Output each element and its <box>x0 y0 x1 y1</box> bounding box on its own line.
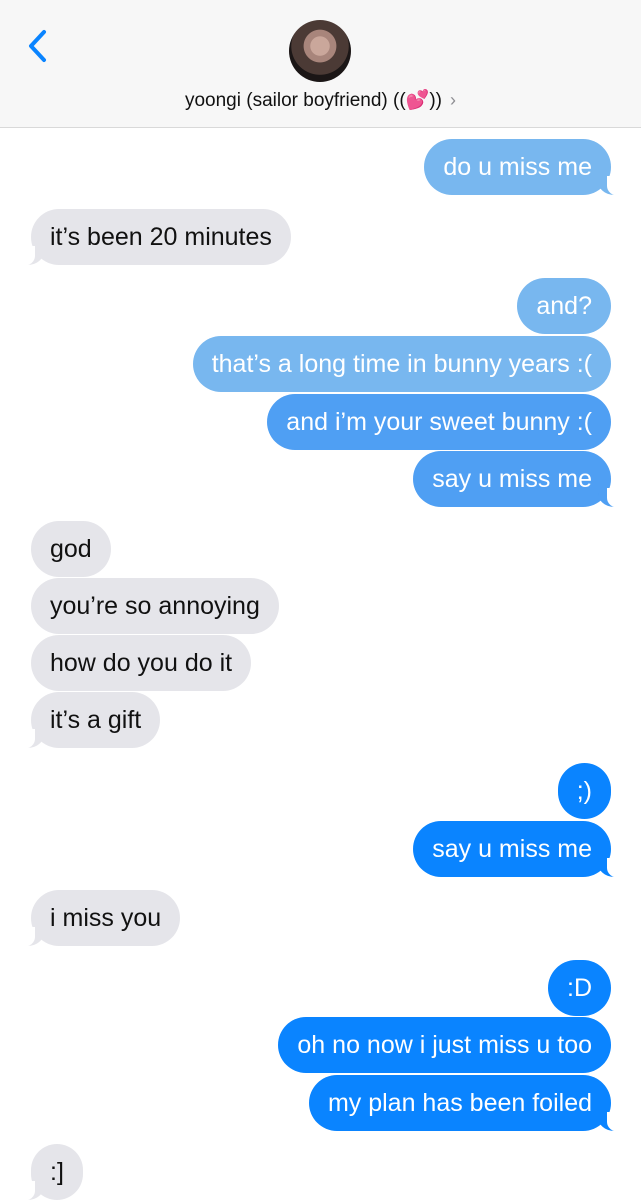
message-bubble-outgoing[interactable]: that’s a long time in bunny years :( <box>192 336 611 392</box>
chevron-right-icon[interactable]: › <box>450 90 456 110</box>
message-bubble-incoming[interactable]: :] <box>15 1144 83 1201</box>
message-bubble-outgoing[interactable]: say u miss me <box>413 451 627 508</box>
message-bubble-outgoing[interactable]: say u miss me <box>413 821 627 878</box>
message-bubble-incoming[interactable]: god <box>31 521 111 577</box>
message-bubble-outgoing[interactable]: do u miss me <box>424 139 627 196</box>
message-bubble-incoming[interactable]: how do you do it <box>31 635 252 691</box>
avatar[interactable] <box>289 20 351 82</box>
chevron-left-icon[interactable] <box>22 26 54 66</box>
contact-name[interactable]: yoongi (sailor boyfriend) ((💕)) <box>185 90 442 111</box>
message-bubble-outgoing[interactable]: and i’m your sweet bunny :( <box>267 394 611 450</box>
message-bubble-outgoing[interactable]: ;) <box>557 763 611 819</box>
message-bubble-outgoing[interactable]: and? <box>517 278 611 334</box>
message-bubble-incoming[interactable]: it’s a gift <box>14 692 161 749</box>
message-bubble-outgoing[interactable]: my plan has been foiled <box>308 1075 628 1132</box>
contact-name-row[interactable]: yoongi (sailor boyfriend) ((💕)) › <box>0 88 641 112</box>
message-bubble-incoming[interactable]: i miss you <box>14 890 181 947</box>
message-bubble-incoming[interactable]: you’re so annoying <box>31 578 279 634</box>
message-bubble-incoming[interactable]: it’s been 20 minutes <box>15 209 291 266</box>
chat-header: yoongi (sailor boyfriend) ((💕)) › <box>0 0 641 128</box>
message-bubble-outgoing[interactable]: oh no now i just miss u too <box>278 1017 611 1073</box>
message-bubble-outgoing[interactable]: :D <box>548 960 611 1016</box>
